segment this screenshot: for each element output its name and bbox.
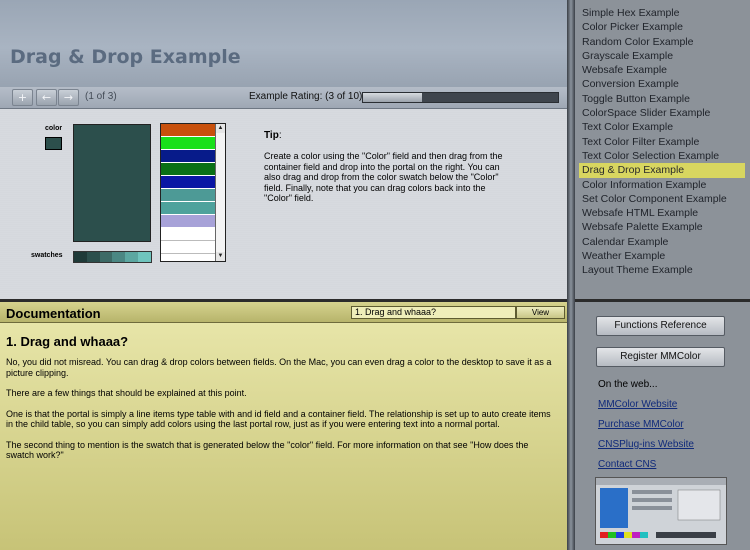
previous-arrow-icon[interactable]: ← xyxy=(36,89,57,106)
sidebar-panel: Functions Reference Register MMColor On … xyxy=(575,302,750,550)
rating-bar-fill xyxy=(363,93,422,102)
swatch-cell[interactable] xyxy=(99,252,113,262)
tip-text: Create a color using the "Color" field a… xyxy=(264,151,503,203)
documentation-title: Documentation xyxy=(6,306,101,321)
register-mmcolor-button[interactable]: Register MMColor xyxy=(596,347,725,367)
example-list-item[interactable]: Websafe Example xyxy=(579,63,745,77)
view-button[interactable]: View xyxy=(516,306,565,319)
color-swatch-small[interactable] xyxy=(45,137,62,150)
portal-row[interactable] xyxy=(161,176,215,189)
example-list-item[interactable]: Layout Theme Example xyxy=(579,263,745,277)
swatch-cell[interactable] xyxy=(86,252,100,262)
documentation-text: No, you did not misread. You can drag & … xyxy=(6,357,554,471)
documentation-body: 1. Drag and whaaa? No, you did not misre… xyxy=(0,323,567,550)
tip-label: Tip: xyxy=(264,130,282,141)
example-list-item[interactable]: Text Color Selection Example xyxy=(579,149,745,163)
portal-row[interactable] xyxy=(161,228,215,241)
record-navigation-bar: + ← → (1 of 3) Example Rating: (3 of 10) xyxy=(0,87,567,109)
page-counter: (1 of 3) xyxy=(85,91,117,102)
next-arrow-icon[interactable]: → xyxy=(58,89,79,106)
example-list-item[interactable]: Color Information Example xyxy=(579,178,745,192)
panel-divider[interactable] xyxy=(567,0,575,550)
portal-row[interactable] xyxy=(161,150,215,163)
portal-rows xyxy=(161,124,215,254)
mmcolor-screenshot-thumbnail[interactable] xyxy=(595,477,727,545)
doc-paragraph: No, you did not misread. You can drag & … xyxy=(6,357,552,378)
on-web-label: On the web... xyxy=(598,379,658,390)
tip-label-colon: : xyxy=(278,130,282,141)
demo-area: color swatches ▲ ▼ Tip: Create a color u… xyxy=(0,109,567,302)
color-label: color xyxy=(45,125,63,132)
documentation-header: Documentation 1. Drag and whaaa? View xyxy=(0,302,567,323)
tip-label-text: Tip xyxy=(264,130,279,141)
portal-scrollbar[interactable]: ▲ ▼ xyxy=(215,124,225,261)
rating-label: Example Rating: (3 of 10) xyxy=(249,91,363,102)
example-list-item[interactable]: Calendar Example xyxy=(579,235,745,249)
example-list-item[interactable]: Simple Hex Example xyxy=(579,6,745,20)
example-list-item[interactable]: Color Picker Example xyxy=(579,20,745,34)
header-panel: Drag & Drop Example xyxy=(0,0,567,88)
mmcolor-website-link[interactable]: MMColor Website xyxy=(598,399,677,410)
documentation-heading: 1. Drag and whaaa? xyxy=(6,334,129,349)
doc-paragraph: The second thing to mention is the swatc… xyxy=(6,439,529,461)
scroll-up-icon[interactable]: ▲ xyxy=(216,124,225,133)
example-list: Simple Hex Example Color Picker Example Ra… xyxy=(579,6,745,278)
swatches-label: swatches xyxy=(31,252,63,259)
swatch-strip[interactable] xyxy=(73,251,152,263)
portal-row[interactable] xyxy=(161,124,215,137)
example-list-panel: Simple Hex Example Color Picker Example Ra… xyxy=(575,0,750,299)
swatch-cell[interactable] xyxy=(138,252,151,262)
swatch-cell[interactable] xyxy=(74,252,87,262)
portal-row[interactable] xyxy=(161,137,215,150)
example-list-item[interactable]: Websafe HTML Example xyxy=(579,206,745,220)
color-container-field[interactable] xyxy=(73,124,151,242)
portal-row[interactable] xyxy=(161,202,215,215)
swatch-cell[interactable] xyxy=(112,252,126,262)
page-title: Drag & Drop Example xyxy=(10,46,241,68)
add-record-icon[interactable]: + xyxy=(12,89,33,106)
documentation-topic-field[interactable]: 1. Drag and whaaa? xyxy=(351,306,516,319)
scroll-down-icon[interactable]: ▼ xyxy=(216,252,225,261)
example-list-item[interactable]: Weather Example xyxy=(579,249,745,263)
portal-row[interactable] xyxy=(161,215,215,228)
functions-reference-button[interactable]: Functions Reference xyxy=(596,316,725,336)
example-list-item[interactable]: Text Color Filter Example xyxy=(579,135,745,149)
example-list-item[interactable]: Drag & Drop Example xyxy=(579,163,745,178)
example-list-item[interactable]: Text Color Example xyxy=(579,120,745,134)
rating-bar xyxy=(362,92,559,103)
example-list-item[interactable]: Grayscale Example xyxy=(579,49,745,63)
portal-row[interactable] xyxy=(161,163,215,176)
example-list-item[interactable]: Websafe Palette Example xyxy=(579,220,745,234)
swatch-cell[interactable] xyxy=(125,252,139,262)
doc-paragraph: One is that the portal is simply a line … xyxy=(6,408,551,430)
contact-cns-link[interactable]: Contact CNS xyxy=(598,459,656,470)
example-list-item[interactable]: Random Color Example xyxy=(579,35,745,49)
example-list-item[interactable]: Set Color Component Example xyxy=(579,192,745,206)
purchase-mmcolor-link[interactable]: Purchase MMColor xyxy=(598,419,684,430)
portal-row[interactable] xyxy=(161,241,215,254)
example-list-item[interactable]: ColorSpace Slider Example xyxy=(579,106,745,120)
color-portal[interactable]: ▲ ▼ xyxy=(160,123,226,262)
cnsplugins-website-link[interactable]: CNSPlug-ins Website xyxy=(598,439,694,450)
example-list-item[interactable]: Conversion Example xyxy=(579,77,745,91)
doc-paragraph: There are a few things that should be ex… xyxy=(6,388,247,398)
portal-row[interactable] xyxy=(161,189,215,202)
example-list-item[interactable]: Toggle Button Example xyxy=(579,92,745,106)
